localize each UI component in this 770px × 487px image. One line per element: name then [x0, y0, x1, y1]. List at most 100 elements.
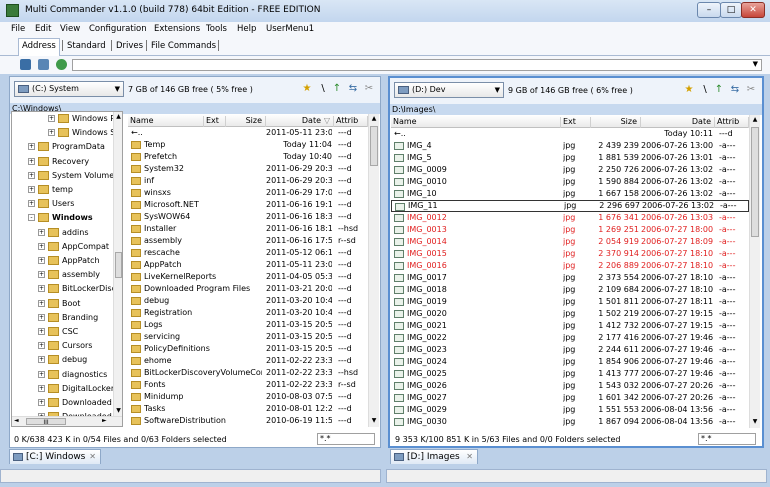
left-list-scroll-thumb[interactable]: [370, 126, 378, 166]
expand-icon[interactable]: +: [38, 313, 45, 321]
scroll-up-arrow[interactable]: ▲: [369, 114, 379, 124]
file-row[interactable]: SysWOW64 2011-06-16 18:36 ---d: [128, 211, 368, 223]
file-row[interactable]: IMG_0023 jpg 2 244 611 2006-07-27 19:46 -a--…: [391, 344, 749, 356]
expand-icon[interactable]: +: [38, 257, 45, 264]
disconnect-icon[interactable]: ✂: [746, 85, 756, 95]
scroll-down-arrow[interactable]: ▼: [369, 416, 379, 426]
swap-panels-icon[interactable]: ⇆: [348, 84, 358, 94]
close-button[interactable]: ✕: [741, 2, 765, 18]
file-row[interactable]: Microsoft.NET 2011-06-16 19:18 ---d: [128, 199, 368, 211]
expand-icon[interactable]: +: [38, 384, 45, 392]
expand-icon[interactable]: +: [38, 299, 45, 307]
file-row[interactable]: Registration 2011-03-20 10:40 ---d: [128, 307, 368, 319]
file-row[interactable]: IMG_0020 jpg 1 502 219 2006-07-27 19:15 -a--…: [391, 308, 749, 320]
col-date[interactable]: Date: [641, 117, 715, 128]
menu-view[interactable]: View: [60, 24, 80, 34]
col-size[interactable]: Size: [226, 116, 266, 127]
menu-edit[interactable]: Edit: [35, 24, 51, 34]
scroll-right-arrow[interactable]: ►: [102, 417, 107, 424]
right-filter-input[interactable]: *.*: [698, 433, 756, 445]
file-row[interactable]: IMG_0019 jpg 1 501 811 2006-07-27 18:11 -a--…: [391, 296, 749, 308]
file-row[interactable]: PolicyDefinitions 2011-03-15 20:51 ---d: [128, 343, 368, 355]
tree-hscroll-thumb[interactable]: III: [26, 418, 66, 426]
file-row[interactable]: IMG_0014 jpg 2 054 919 2006-07-27 18:09 -a--…: [391, 236, 749, 248]
expand-icon[interactable]: +: [38, 356, 45, 364]
tab-file-commands[interactable]: File Commands: [151, 41, 216, 51]
collapse-icon[interactable]: -: [28, 214, 35, 222]
expand-icon[interactable]: +: [48, 115, 55, 122]
scroll-left-arrow[interactable]: ◄: [14, 417, 19, 424]
scroll-up-arrow[interactable]: ▲: [750, 115, 760, 125]
menu-help[interactable]: Help: [237, 24, 256, 34]
file-row[interactable]: IMG_0030 jpg 1 867 094 2006-08-04 13:56 -a--…: [391, 416, 749, 428]
file-row[interactable]: winsxs 2011-06-29 17:09 ---d: [128, 187, 368, 199]
file-row[interactable]: IMG_0009 jpg 2 250 726 2006-07-26 13:02 -a--…: [391, 164, 749, 176]
parent-folder-icon[interactable]: ↑: [332, 84, 342, 94]
col-date[interactable]: Date ▽: [266, 116, 334, 127]
expand-icon[interactable]: +: [28, 157, 35, 165]
file-row[interactable]: LiveKernelReports 2011-04-05 05:30 ---d: [128, 271, 368, 283]
expand-icon[interactable]: +: [38, 228, 45, 236]
file-row[interactable]: Prefetch Today 10:40 ---d: [128, 151, 368, 163]
right-drive-selector[interactable]: (D:) Dev ▼: [394, 82, 504, 98]
file-row[interactable]: debug 2011-03-20 10:44 ---d: [128, 295, 368, 307]
expand-icon[interactable]: +: [28, 143, 35, 151]
close-tab-icon[interactable]: ✕: [466, 450, 473, 464]
file-row[interactable]: Minidump 2010-08-03 07:50 ---d: [128, 391, 368, 403]
root-icon[interactable]: \: [318, 84, 328, 94]
expand-icon[interactable]: +: [28, 200, 35, 208]
file-row[interactable]: IMG_5 jpg 1 881 539 2006-07-26 13:01 -a---: [391, 152, 749, 164]
expand-icon[interactable]: +: [28, 186, 35, 193]
menu-tools[interactable]: Tools: [206, 24, 227, 34]
menu-file[interactable]: File: [11, 24, 25, 34]
back-icon[interactable]: [20, 59, 31, 70]
expand-icon[interactable]: +: [38, 370, 45, 378]
file-row[interactable]: IMG_0024 jpg 1 854 906 2006-07-27 19:46 -a--…: [391, 356, 749, 368]
file-row[interactable]: servicing 2011-03-15 20:53 ---d: [128, 331, 368, 343]
expand-icon[interactable]: +: [38, 342, 45, 350]
close-tab-icon[interactable]: ✕: [89, 450, 96, 464]
favorites-icon[interactable]: ★: [302, 84, 312, 94]
refresh-icon[interactable]: [56, 59, 67, 70]
file-row[interactable]: IMG_0022 jpg 2 177 416 2006-07-27 19:46 -a--…: [391, 332, 749, 344]
scroll-down-arrow[interactable]: ▼: [114, 406, 122, 416]
col-name[interactable]: Name: [391, 117, 561, 128]
root-icon[interactable]: \: [700, 85, 710, 95]
file-row[interactable]: Temp Today 11:04 ---d: [128, 139, 368, 151]
file-row[interactable]: SoftwareDistribution 2010-06-19 11:52 ---d: [128, 415, 368, 427]
expand-icon[interactable]: +: [38, 399, 45, 406]
scroll-up-arrow[interactable]: ▲: [114, 112, 122, 122]
menu-configuration[interactable]: Configuration: [89, 24, 147, 34]
file-row[interactable]: rescache 2011-05-12 06:14 ---d: [128, 247, 368, 259]
file-row[interactable]: IMG_10 jpg 1 667 158 2006-07-26 13:02 -a---: [391, 188, 749, 200]
tree-scroll-thumb[interactable]: [115, 252, 122, 278]
minimize-button[interactable]: –: [697, 2, 721, 18]
file-row[interactable]: IMG_0012 jpg 1 676 341 2006-07-26 13:03 -a--…: [391, 212, 749, 224]
file-row[interactable]: BitLockerDiscoveryVolumeCont... 2011-02-2…: [128, 367, 368, 379]
chevron-down-icon[interactable]: ▼: [753, 60, 758, 68]
file-row[interactable]: Tasks 2010-08-01 12:25 ---d: [128, 403, 368, 415]
disconnect-icon[interactable]: ✂: [364, 84, 374, 94]
left-drive-selector[interactable]: (C:) System ▼: [14, 81, 124, 97]
favorites-icon[interactable]: ★: [684, 85, 694, 95]
tree-vertical-scrollbar[interactable]: ▲ ▼: [113, 112, 122, 416]
col-size[interactable]: Size: [591, 117, 641, 128]
right-list-scroll-thumb[interactable]: [751, 127, 759, 237]
menu-extensions[interactable]: Extensions: [154, 24, 200, 34]
expand-icon[interactable]: +: [38, 271, 45, 279]
file-row[interactable]: System32 2011-06-29 20:38 ---d: [128, 163, 368, 175]
swap-panels-icon[interactable]: ⇆: [730, 85, 740, 95]
file-row[interactable]: IMG_0015 jpg 2 370 914 2006-07-27 18:10 -a--…: [391, 248, 749, 260]
file-row[interactable]: Logs 2011-03-15 20:53 ---d: [128, 319, 368, 331]
parent-folder-icon[interactable]: ↑: [714, 85, 724, 95]
file-row[interactable]: IMG_0029 jpg 1 551 553 2006-08-04 13:56 -a--…: [391, 404, 749, 416]
left-list-scrollbar[interactable]: ▲ ▼: [368, 114, 379, 427]
maximize-button[interactable]: □: [720, 2, 742, 18]
file-row[interactable]: ←.. Today 10:11 ---d: [391, 128, 749, 140]
col-attrib[interactable]: Attrib: [715, 117, 749, 128]
col-ext[interactable]: Ext: [561, 117, 591, 128]
expand-icon[interactable]: +: [38, 242, 45, 250]
col-name[interactable]: Name: [128, 116, 204, 127]
expand-icon[interactable]: +: [38, 285, 45, 293]
file-row[interactable]: IMG_0026 jpg 1 543 032 2006-07-27 20:26 -a--…: [391, 380, 749, 392]
